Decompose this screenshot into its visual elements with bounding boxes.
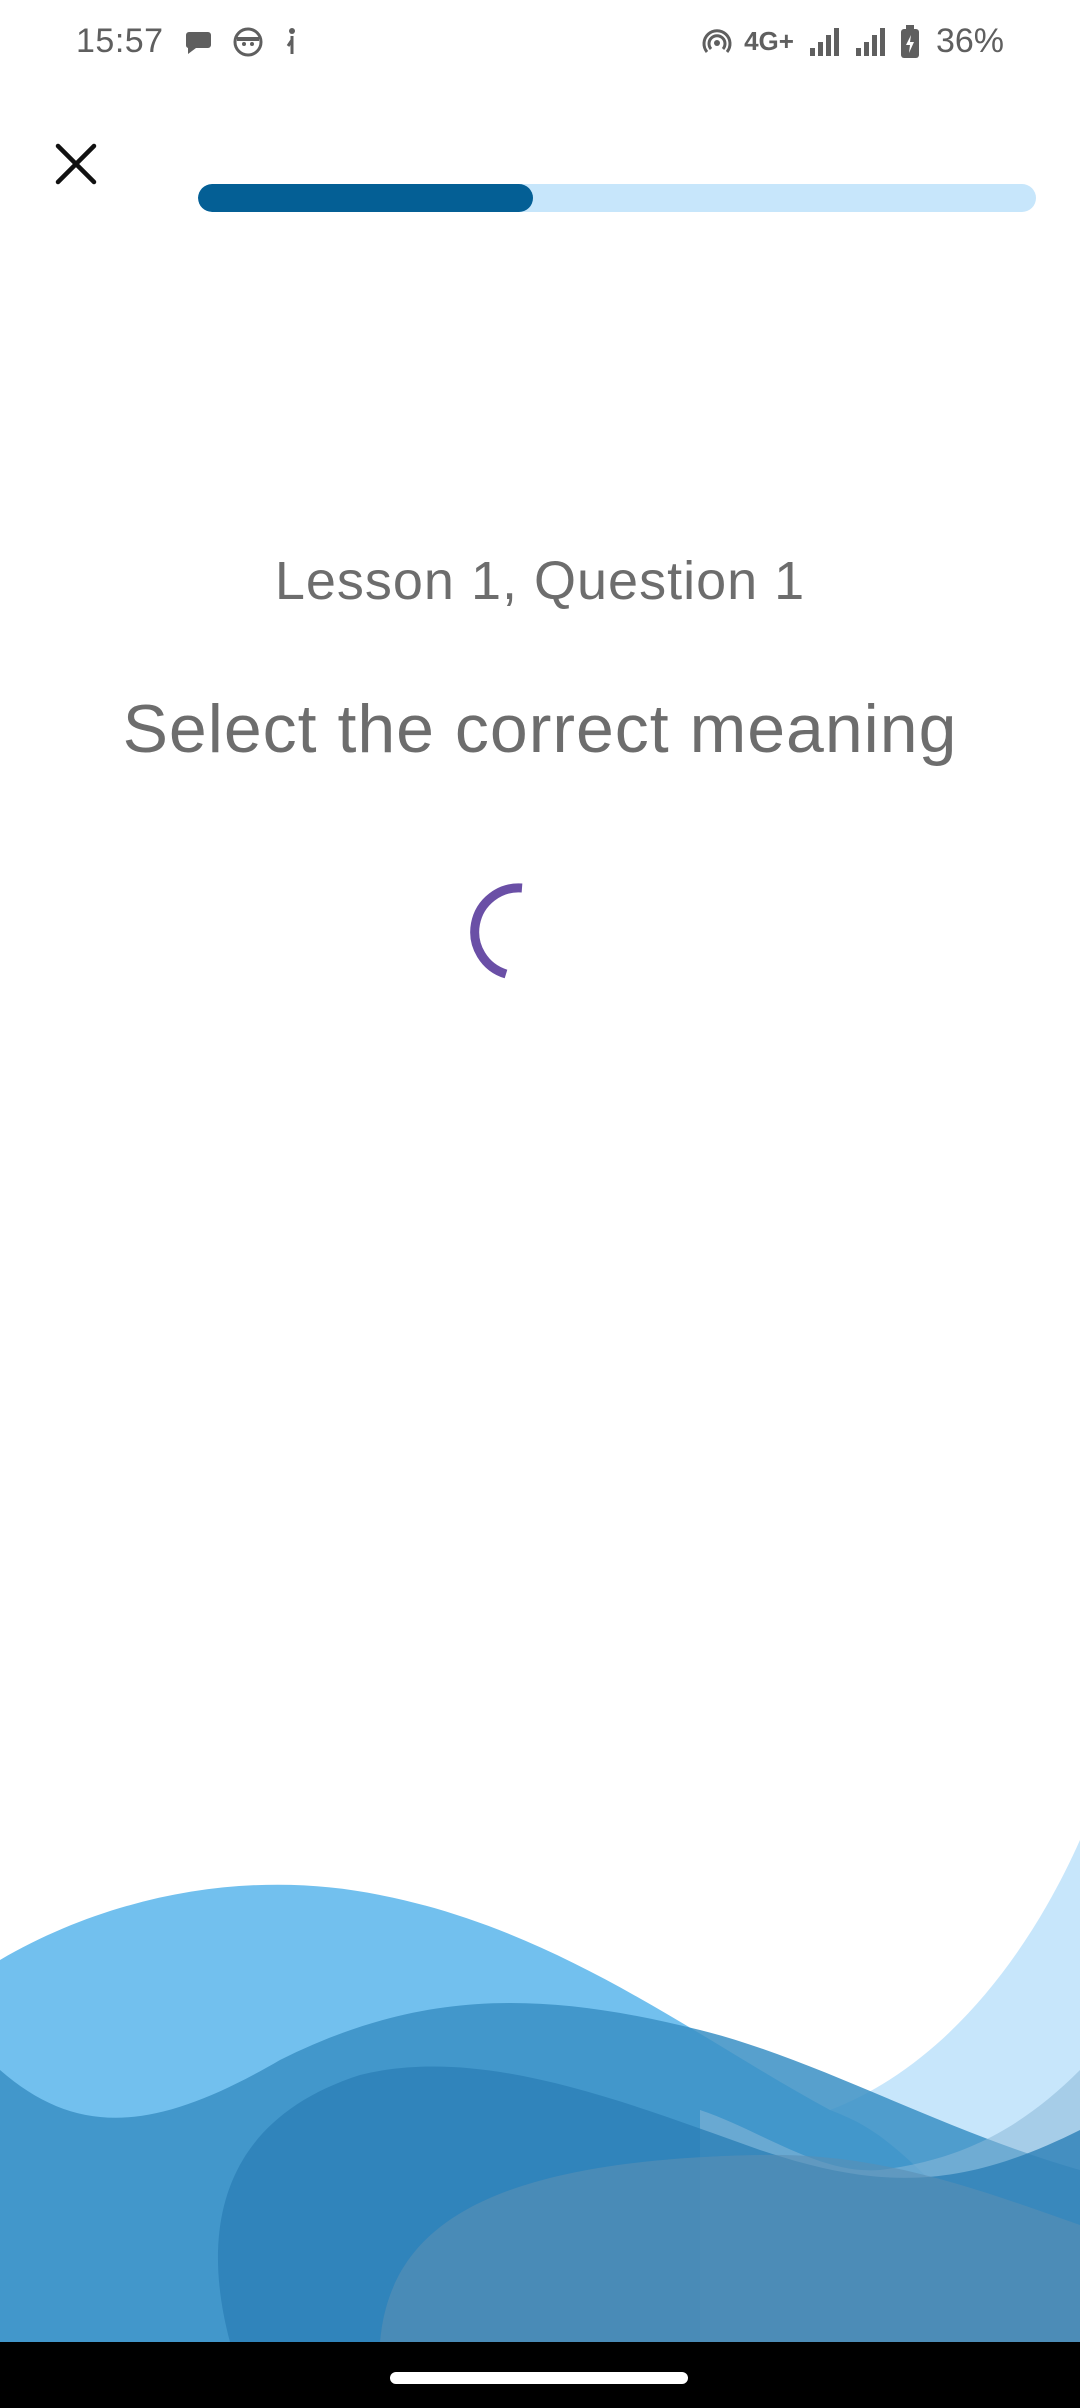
close-button[interactable] <box>46 134 106 194</box>
chat-bubble-icon <box>182 26 214 58</box>
face-icon <box>232 26 264 58</box>
system-icons: 4G+ 36% <box>702 22 1004 61</box>
status-time: 15:57 <box>76 22 164 60</box>
battery-icon <box>900 24 920 59</box>
signal-icon <box>808 26 842 58</box>
navigation-bar <box>0 2342 1080 2408</box>
network-type: 4G+ <box>744 26 794 56</box>
notification-icons <box>182 26 302 58</box>
lesson-screen: 15:57 4G+ 36% Lesson 1, Question 1 Selec… <box>0 0 1080 2408</box>
lesson-progress-fill <box>198 184 534 212</box>
figure-icon <box>282 26 302 58</box>
spinner-icon <box>470 883 523 979</box>
signal-icon <box>854 26 888 58</box>
home-indicator[interactable] <box>390 2372 688 2384</box>
battery-percent: 36% <box>935 22 1004 60</box>
lesson-progress-bar <box>198 184 1036 212</box>
hotspot-icon <box>702 27 732 57</box>
lesson-label: Lesson 1, Question 1 <box>274 551 806 611</box>
question-instruction: Select the correct meaning <box>122 691 958 767</box>
status-bar: 15:57 4G+ 36% <box>0 0 1080 92</box>
close-icon <box>55 143 97 185</box>
decorative-waves <box>0 1840 1080 2342</box>
